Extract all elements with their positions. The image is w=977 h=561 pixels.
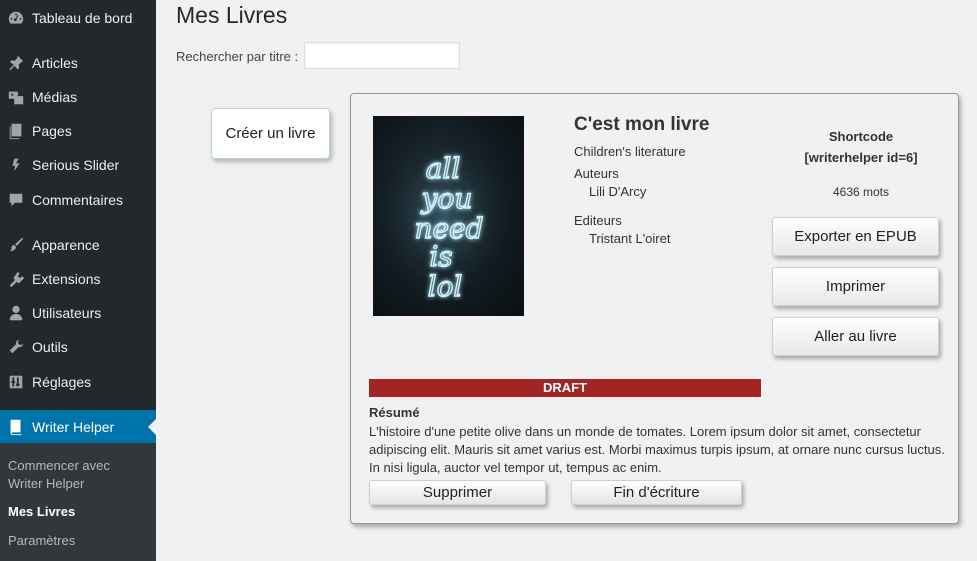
wrench-icon [0,338,32,356]
sidebar-item-serious-slider[interactable]: Serious Slider [0,148,156,182]
submenu-item-getting-started[interactable]: Commencer avec Writer Helper [8,457,110,493]
sidebar-item-label: Articles [32,55,78,71]
book-icon [0,418,32,436]
sidebar-item-label: Pages [32,123,72,139]
authors-label: Auteurs [574,166,619,181]
sidebar-item-apparence[interactable]: Apparence [0,228,156,262]
book-card: all you need is lol C'est mon livre Chil… [350,93,959,524]
shortcode-label: Shortcode [828,129,894,144]
submenu-item-my-books[interactable]: Mes Livres [8,503,75,521]
sidebar-item-label: Médias [32,89,78,105]
writer-helper-submenu: Commencer avec Writer Helper Mes Livres … [0,443,156,561]
sidebar-item-commentaires[interactable]: Commentaires [0,183,156,217]
sidebar-item-label: Serious Slider [32,157,120,173]
submenu-item-settings[interactable]: Paramètres [8,532,75,550]
sidebar-item-label: Writer Helper [32,419,115,435]
summary-text: L'histoire d'une petite olive dans un mo… [369,424,945,475]
cover-neon-art: all you need is lol [375,131,515,304]
sidebar-item-medias[interactable]: Médias [0,80,156,114]
finish-writing-button[interactable]: Fin d'écriture [571,480,742,505]
word-count: 4636 mots [832,185,890,199]
sidebar-item-pages[interactable]: Pages [0,114,156,148]
sidebar-item-label: Utilisateurs [32,305,102,321]
cover-line: you [420,182,473,215]
summary-label: Résumé [369,405,420,420]
search-label: Rechercher par titre : [176,49,299,64]
print-button[interactable]: Imprimer [772,267,939,306]
settings-icon [0,373,32,391]
plugin-icon [0,270,32,288]
sidebar-item-label: Tableau de bord [32,10,133,26]
book-genre: Children's literature [574,144,686,159]
delete-button[interactable]: Supprimer [369,480,546,505]
publisher-name: Tristant L'oiret [589,231,671,246]
sidebar-item-label: Outils [32,339,68,355]
sidebar-item-utilisateurs[interactable]: Utilisateurs [0,296,156,330]
cover-line: lol [428,270,463,303]
sidebar-item-label: Réglages [32,374,92,390]
sidebar-item-extensions[interactable]: Extensions [0,262,156,296]
sidebar-item-label: Extensions [32,271,101,287]
slider-icon [0,156,32,174]
sidebar-item-outils[interactable]: Outils [0,330,156,364]
cover-line: all [426,152,461,185]
sidebar-item-articles[interactable]: Articles [0,46,156,80]
brush-icon [0,236,32,254]
go-to-book-button[interactable]: Aller au livre [772,317,939,356]
sidebar-item-reglages[interactable]: Réglages [0,365,156,399]
search-input[interactable] [304,42,460,69]
page-title: Mes Livres [176,2,288,28]
comment-icon [0,191,32,209]
create-book-button[interactable]: Créer un livre [211,108,330,159]
book-cover: all you need is lol [373,116,524,316]
sidebar-item-label: Apparence [32,237,100,253]
sidebar-item-dashboard[interactable]: Tableau de bord [0,1,156,35]
admin-sidebar: Tableau de bord Articles Médias Pages Se… [0,0,156,561]
book-title: C'est mon livre [574,114,710,135]
dashboard-icon [0,9,32,27]
shortcode-value: [writerhelper id=6] [804,150,918,165]
media-icon [0,88,32,106]
user-icon [0,304,32,322]
author-name: Lili D'Arcy [589,184,647,199]
cover-line: is [429,240,452,273]
pin-icon [0,54,32,72]
sidebar-item-writer-helper[interactable]: Writer Helper [0,410,156,444]
publishers-label: Editeurs [574,213,622,228]
status-badge: DRAFT [369,379,761,397]
export-epub-button[interactable]: Exporter en EPUB [772,217,939,256]
sidebar-item-label: Commentaires [32,192,124,208]
pages-icon [0,122,32,140]
